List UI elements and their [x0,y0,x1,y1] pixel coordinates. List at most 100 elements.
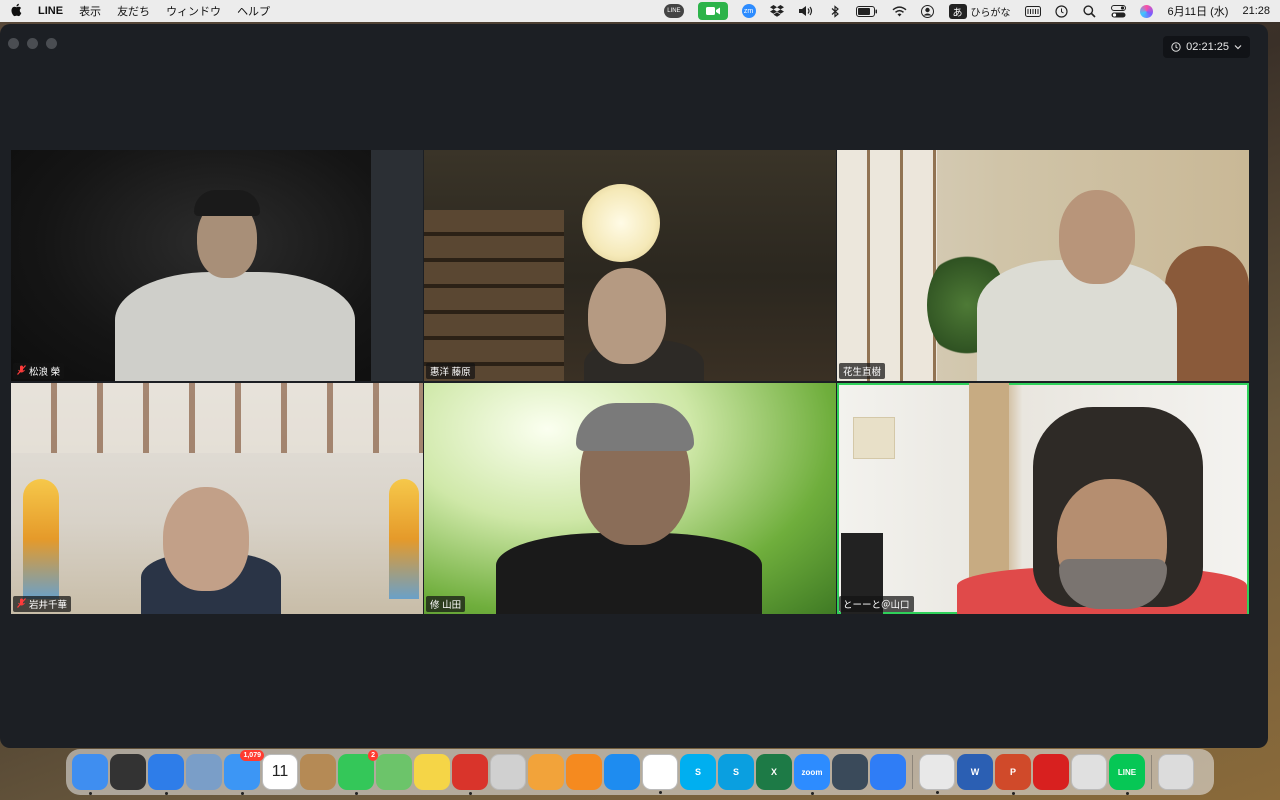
trend-micro-icon[interactable] [1033,754,1069,790]
participant-silhouette [496,533,762,614]
meeting-timer[interactable]: 02:21:25 [1163,36,1250,58]
zoom-menubar-icon[interactable]: zm [741,3,756,19]
participant-name-label: 惠洋 藤原 [426,363,475,379]
skype-icon[interactable]: S [718,754,754,790]
siri-icon[interactable] [1140,3,1154,19]
window-controls [8,38,57,49]
reminders-icon[interactable] [642,754,678,794]
meeting-elapsed-time: 02:21:25 [1186,41,1229,53]
launchpad-icon[interactable] [490,754,526,790]
bluetooth-icon[interactable] [828,3,842,19]
line-status-icon[interactable]: LINE [664,3,684,19]
dropbox-icon[interactable] [769,3,784,19]
menu-bar-date[interactable]: 6月11日 (水) [1168,3,1229,19]
line-icon[interactable]: LINE [1109,754,1145,795]
photo-booth-icon[interactable] [452,754,488,795]
finder-icon[interactable] [72,754,108,795]
participant-name: とーーと＠山口 [843,600,910,611]
running-indicator [164,792,168,795]
wifi-icon[interactable] [892,3,907,19]
running-indicator [468,792,472,795]
menu-window[interactable]: ウィンドウ [166,3,221,19]
running-indicator [1011,792,1015,795]
participant-silhouette [1059,190,1135,284]
powerpoint-icon[interactable]: P [995,754,1031,795]
apple-menu-icon[interactable] [10,3,22,20]
dock-separator [912,755,913,789]
mission-control-icon[interactable] [110,754,146,790]
user-account-icon[interactable] [921,3,935,19]
time-machine-icon[interactable] [1055,3,1069,19]
dock-item-label: 11 [271,763,289,780]
running-indicator [935,791,939,794]
zoom-window-button[interactable] [46,38,57,49]
safari-icon[interactable] [148,754,184,795]
running-indicator [1125,792,1129,795]
input-method-icon[interactable]: あ ひらがな [948,3,1011,19]
prism-icon[interactable] [832,754,868,790]
dock: 1,079 11 2 S S Xzoom W P LINE [66,749,1214,795]
trash-icon[interactable] [1158,754,1194,790]
skype-icon[interactable]: S [680,754,716,790]
hair-shape [576,403,694,451]
printer-icon[interactable] [1071,754,1107,790]
dock-item-label: LINE [1117,767,1137,777]
mail-icon[interactable]: 1,079 [224,750,264,795]
spotlight-search-icon[interactable] [1083,3,1097,19]
running-indicator [658,791,662,794]
active-speaker-video-tile[interactable]: とーーと＠山口 [837,383,1249,614]
menu-friends[interactable]: 友だち [117,3,150,19]
volume-icon[interactable] [798,3,814,19]
participant-name: 松浪 榮 [29,367,61,378]
excel-icon[interactable]: X [756,754,792,790]
messages-icon[interactable]: 2 [338,750,378,795]
running-indicator [354,792,358,795]
zoom-icon[interactable]: zoom [794,754,830,795]
zoom-meeting-window: 02:21:25 松浪 榮 惠洋 藤原 花生直樹 岩井千華 修 山田 とーーと＠… [0,24,1268,748]
dock-separator [1151,755,1152,789]
participant-video-tile[interactable]: 岩井千華 [11,383,423,614]
church-window-shape [389,479,419,599]
participant-silhouette [163,487,249,591]
battery-icon[interactable] [855,3,878,19]
participant-name: 岩井千華 [29,600,68,611]
contacts-icon[interactable] [300,754,336,790]
participant-video-tile[interactable]: 惠洋 藤原 [424,150,836,381]
lamp-shape [582,184,660,262]
dock-item-label: zoom [801,767,823,777]
shoji-screen-shape [837,150,937,381]
running-indicator [88,792,92,795]
messenger-icon[interactable] [870,754,906,790]
menu-bar-time[interactable]: 21:28 [1242,5,1270,17]
calendar-icon[interactable]: 11 [262,754,298,790]
keyboard-icon[interactable] [1024,3,1041,19]
menu-bar: LINE 表示 友だち ウィンドウ ヘルプ LINE zm あ ひらがな 6月1… [0,0,1280,22]
zoom-video-status-icon[interactable] [697,2,728,20]
participant-name: 惠洋 藤原 [430,367,471,378]
chrome-icon[interactable] [919,754,955,794]
app-store-icon[interactable] [604,754,640,790]
menu-view[interactable]: 表示 [79,3,101,19]
app-name-menu[interactable]: LINE [38,5,63,17]
participant-video-tile[interactable]: 修 山田 [424,383,836,614]
close-window-button[interactable] [8,38,19,49]
menu-help[interactable]: ヘルプ [237,3,270,19]
video-gallery: 松浪 榮 惠洋 藤原 花生直樹 岩井千華 修 山田 とーーと＠山口 [11,150,1249,614]
minimize-window-button[interactable] [27,38,38,49]
preview-icon[interactable] [186,754,222,790]
control-center-icon[interactable] [1110,3,1126,19]
participant-name-label: 花生直樹 [839,363,886,379]
participant-video-tile[interactable]: 花生直樹 [837,150,1249,381]
word-icon[interactable]: W [957,754,993,790]
dock-item-label: W [970,767,980,777]
photos-icon[interactable] [528,754,564,790]
tile-background-panel [371,150,423,381]
participant-name: 花生直樹 [843,367,882,378]
books-icon[interactable] [566,754,602,790]
participant-video-tile[interactable]: 松浪 榮 [11,150,423,381]
dock-item-label: S [732,767,739,777]
notes-icon[interactable] [414,754,450,790]
menu-bar-extras: LINE zm あ ひらがな 6月11日 (水) 21:28 [664,2,1270,20]
maps-icon[interactable] [376,754,412,790]
participant-name-label: とーーと＠山口 [839,596,914,612]
